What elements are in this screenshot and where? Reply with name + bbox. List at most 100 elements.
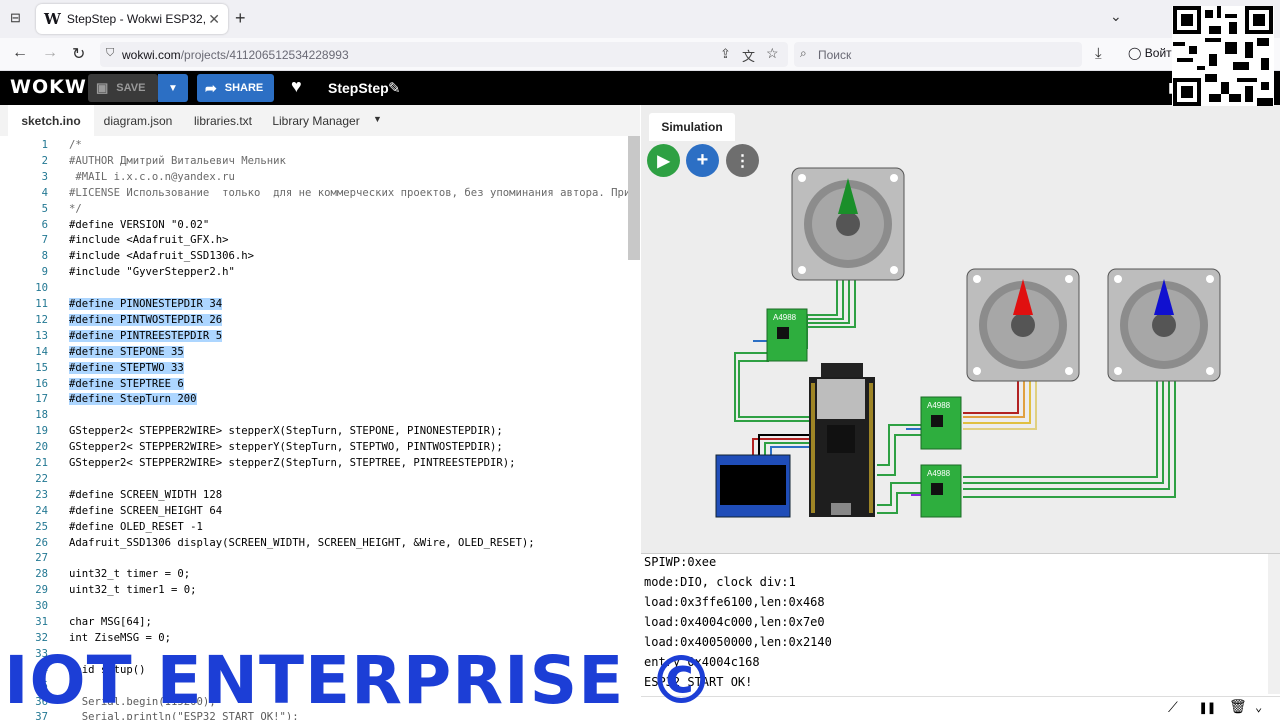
tab-list-icon[interactable]: ⊟ <box>10 10 21 26</box>
code-line[interactable]: #AUTHOR Дмитрий Витальевич Мельник <box>69 155 286 167</box>
forward-icon[interactable]: → <box>42 44 58 62</box>
share-label: SHARE <box>224 82 264 94</box>
new-tab-icon[interactable]: + <box>235 8 246 29</box>
code-line[interactable]: #define STEPONE 35 <box>69 345 184 358</box>
line-number: 13 <box>35 329 48 342</box>
simulation-panel: Simulation ▶ + ⋮ A4988 A4988 A4988 <box>641 105 1280 553</box>
tab-sketch-ino[interactable]: sketch.ino <box>8 105 94 136</box>
save-icon: ▣ <box>96 80 109 95</box>
line-number: 30 <box>35 600 48 613</box>
code-line[interactable]: #include <Adafruit_GFX.h> <box>69 234 228 246</box>
share-button[interactable]: ➦ SHARE <box>197 74 274 102</box>
translate-icon[interactable]: 文 <box>742 46 755 65</box>
wokwi-logo[interactable]: WOKWI <box>10 76 95 98</box>
reload-icon[interactable]: ↻ <box>72 44 85 64</box>
code-text: char MSG[64]; <box>69 616 152 628</box>
serial-scrollbar[interactable] <box>1268 554 1280 694</box>
code-line[interactable]: #define PINONESTEPDIR 34 <box>69 298 223 310</box>
code-line[interactable]: #include <Adafruit_SSD1306.h> <box>69 250 254 262</box>
pause-icon[interactable]: ❚❚ <box>1199 700 1216 716</box>
code-text: #define SCREEN_HEIGHT 64 <box>69 504 223 517</box>
code-text: GStepper2< STEPPER2WIRE> stepperZ(StepTu… <box>69 457 516 469</box>
signin-button[interactable]: ◯ Войти <box>1128 46 1178 60</box>
code-line[interactable]: uint32_t timer = 0; <box>69 568 190 580</box>
line-number: 3 <box>41 170 48 183</box>
editor-scrollbar[interactable] <box>628 136 640 260</box>
line-number: 26 <box>35 536 48 549</box>
code-line[interactable]: #LICENSE Использование только для не ком… <box>69 187 630 199</box>
code-line[interactable]: #define VERSION "0.02" <box>69 219 209 231</box>
line-number: 6 <box>41 218 48 231</box>
install-app-icon[interactable]: ⇪ <box>720 46 731 62</box>
line-number: 28 <box>35 568 48 581</box>
line-number: 10 <box>35 282 48 295</box>
collapse-icon[interactable]: ⌄ <box>1255 700 1262 714</box>
line-number: 20 <box>35 441 48 454</box>
browser-tab-active[interactable]: W StepStep - Wokwi ESP32, STM3 ✕ <box>36 4 228 34</box>
bookmark-star-icon[interactable]: ☆ <box>766 45 779 62</box>
site-info-icon[interactable]: ⛉ <box>106 47 114 60</box>
serial-monitor[interactable]: SPIWP:0xee mode:DIO, clock div:1 load:0x3f… <box>641 553 1280 720</box>
code-text: #define STEPTREE 6 <box>69 377 184 390</box>
code-line[interactable]: GStepper2< STEPPER2WIRE> stepperZ(StepTu… <box>69 457 515 469</box>
code-line[interactable]: #define STEPTREE 6 <box>69 377 184 390</box>
code-line[interactable]: #MAIL i.x.c.o.n@yandex.ru <box>69 171 234 183</box>
code-text: #define PINONESTEPDIR 34 <box>69 298 223 310</box>
stepper-motor-3 <box>1107 268 1221 382</box>
code-line[interactable]: #define STEPTWO 33 <box>69 361 184 374</box>
back-icon[interactable]: ← <box>12 44 28 62</box>
code-line[interactable]: #define SCREEN_WIDTH 128 <box>69 489 222 501</box>
address-bar[interactable]: ⛉ wokwi.com/projects/411206512534228993 … <box>100 42 788 67</box>
code-line[interactable]: Adafruit_SSD1306 display(SCREEN_WIDTH, S… <box>69 537 535 549</box>
save-label: SAVE <box>116 82 146 94</box>
code-text: #LICENSE Использование только для не ком… <box>69 186 631 199</box>
code-line[interactable]: GStepper2< STEPPER2WIRE> stepperX(StepTu… <box>69 425 503 437</box>
stepper-motor-2 <box>966 268 1080 382</box>
code-text: uint32_t timer = 0; <box>69 568 191 581</box>
edit-name-icon[interactable]: ✎ <box>388 79 401 97</box>
line-number: 31 <box>35 616 48 628</box>
line-number: 29 <box>35 584 48 597</box>
line-number: 24 <box>35 504 48 517</box>
code-line[interactable]: #define SCREEN_HEIGHT 64 <box>69 505 222 517</box>
code-line[interactable]: #define PINTWOSTEPDIR 26 <box>69 313 223 326</box>
line-number: 5 <box>41 202 48 215</box>
tab-diagram-json[interactable]: diagram.json <box>96 105 180 136</box>
line-number: 8 <box>41 250 48 263</box>
close-tab-icon[interactable]: ✕ <box>208 11 220 28</box>
code-line[interactable]: #define PINTREESTEPDIR 5 <box>69 329 223 342</box>
line-number: 2 <box>41 154 48 167</box>
code-line[interactable]: char MSG[64]; <box>69 616 152 628</box>
tab-library-manager[interactable]: Library Manager <box>266 105 366 136</box>
code-text: #include <Adafruit_SSD1306.h> <box>69 250 254 263</box>
serial-toolbar: ⟋ ❚❚ 🗑 ⌄ <box>641 696 1280 720</box>
tab-libraries-txt[interactable]: libraries.txt <box>184 105 262 136</box>
save-dropdown-button[interactable]: ▼ <box>158 74 188 102</box>
code-line[interactable]: /* <box>69 139 82 151</box>
line-number: 21 <box>35 457 48 469</box>
tabs-menu-icon[interactable]: ▼ <box>373 114 382 124</box>
circuit-diagram[interactable]: A4988 A4988 A4988 <box>641 105 1280 553</box>
project-name[interactable]: StepStep <box>328 80 389 96</box>
trash-icon[interactable]: 🗑 <box>1229 699 1247 715</box>
search-icon: ⌕ <box>800 46 807 60</box>
code-line[interactable]: GStepper2< STEPPER2WIRE> stepperY(StepTu… <box>69 441 503 453</box>
code-editor[interactable]: 1/* 2 #AUTHOR Дмитрий Витальевич Мельник 3 … <box>0 136 640 720</box>
editor-tabs: sketch.ino diagram.json libraries.txt Li… <box>0 105 640 136</box>
chart-icon[interactable]: ⟋ <box>1168 700 1178 716</box>
save-button[interactable]: ▣ SAVE <box>88 74 158 102</box>
stepper-motor-1 <box>791 167 905 281</box>
search-bar[interactable]: ⌕ Поиск <box>794 42 1082 67</box>
tabs-dropdown-icon[interactable]: ⌄ <box>1110 8 1122 25</box>
code-text: */ <box>69 202 82 215</box>
code-line[interactable]: #include "GyverStepper2.h" <box>69 266 235 278</box>
a4988-driver-2: A4988 <box>920 396 962 450</box>
like-heart-icon[interactable]: ♥ <box>291 76 302 97</box>
a4988-driver-3: A4988 <box>920 464 962 518</box>
downloads-icon[interactable]: ⤓ <box>1095 45 1102 62</box>
code-line[interactable]: #define StepTurn 200 <box>69 393 197 406</box>
code-text: #define STEPONE 35 <box>69 345 184 358</box>
code-line[interactable]: */ <box>69 203 82 215</box>
code-line[interactable]: uint32_t timer1 = 0; <box>69 584 197 596</box>
code-line[interactable]: #define OLED_RESET -1 <box>69 521 203 533</box>
